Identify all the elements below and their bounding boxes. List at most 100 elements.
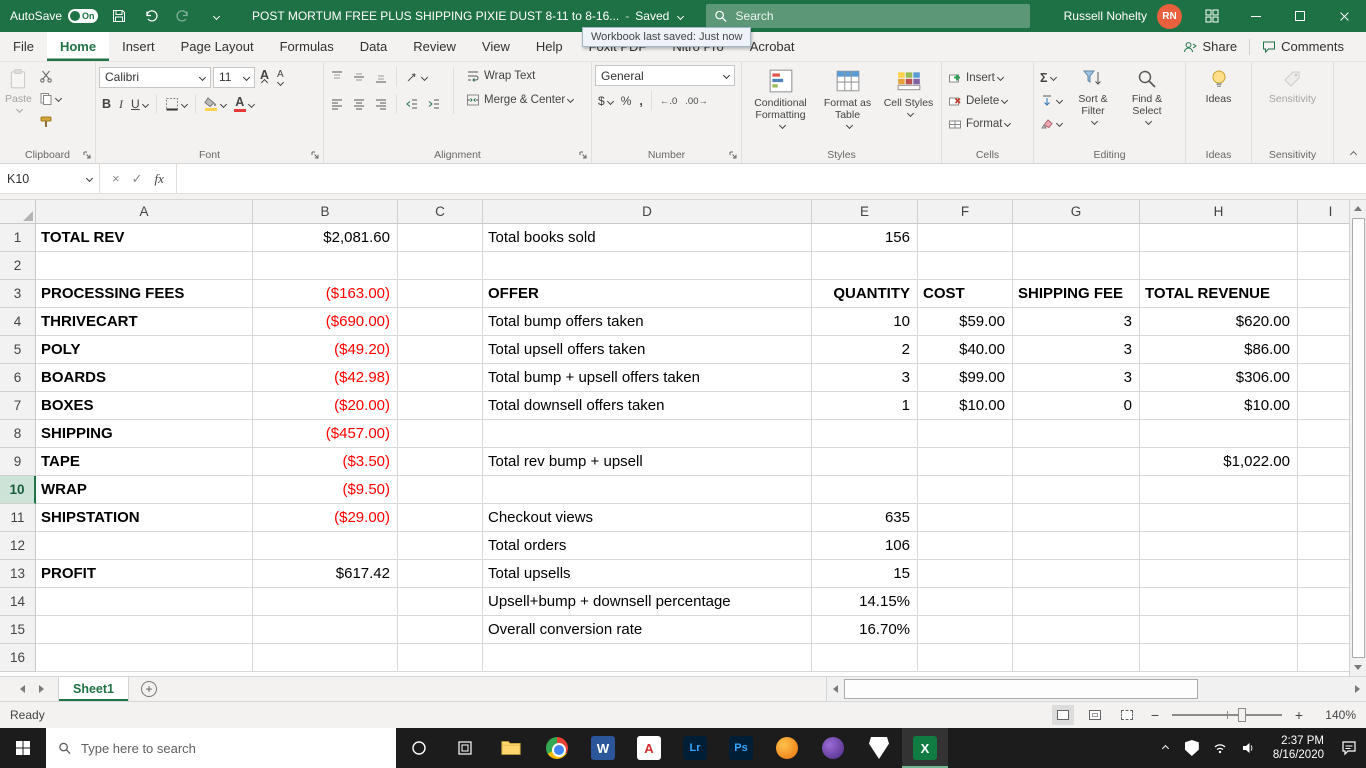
- cell-E10[interactable]: [812, 476, 918, 504]
- cell-C4[interactable]: [398, 308, 483, 336]
- cell-A6[interactable]: BOARDS: [36, 364, 253, 392]
- column-header-G[interactable]: G: [1013, 200, 1140, 224]
- cell-D9[interactable]: Total rev bump + upsell: [483, 448, 812, 476]
- cell-C2[interactable]: [398, 252, 483, 280]
- cell-E7[interactable]: 1: [812, 392, 918, 420]
- font-name-select[interactable]: Calibri: [99, 66, 211, 88]
- vertical-scrollbar[interactable]: [1349, 200, 1366, 676]
- cell-F8[interactable]: [918, 420, 1013, 448]
- enter-icon[interactable]: ✓: [132, 171, 143, 187]
- column-header-C[interactable]: C: [398, 200, 483, 224]
- cell-D16[interactable]: [483, 644, 812, 672]
- minimize-button[interactable]: [1234, 0, 1278, 32]
- cell-F11[interactable]: [918, 504, 1013, 532]
- number-format-select[interactable]: General: [595, 65, 735, 86]
- cell-F15[interactable]: [918, 616, 1013, 644]
- tab-data[interactable]: Data: [347, 32, 400, 61]
- sort-filter-button[interactable]: Sort & Filter: [1067, 65, 1119, 147]
- row-header-10[interactable]: 10: [0, 476, 36, 504]
- cell-F13[interactable]: [918, 560, 1013, 588]
- cell-H14[interactable]: [1140, 588, 1298, 616]
- cancel-icon[interactable]: ×: [112, 171, 120, 186]
- find-select-button[interactable]: Find & Select: [1121, 65, 1173, 147]
- cell-D10[interactable]: [483, 476, 812, 504]
- cell-D4[interactable]: Total bump offers taken: [483, 308, 812, 336]
- cell-H3[interactable]: TOTAL REVENUE: [1140, 280, 1298, 308]
- cell-C1[interactable]: [398, 224, 483, 252]
- cell-D7[interactable]: Total downsell offers taken: [483, 392, 812, 420]
- decrease-font-button[interactable]: A: [274, 67, 287, 88]
- cell-C12[interactable]: [398, 532, 483, 560]
- photoshop-button[interactable]: Ps: [718, 728, 764, 768]
- row-header-5[interactable]: 5: [0, 336, 36, 364]
- cell-A13[interactable]: PROFIT: [36, 560, 253, 588]
- conditional-formatting-button[interactable]: Conditional Formatting: [747, 65, 815, 147]
- cell-C11[interactable]: [398, 504, 483, 532]
- comma-style-button[interactable]: ,: [636, 91, 645, 112]
- increase-indent-button[interactable]: [424, 94, 444, 115]
- cell-B2[interactable]: [253, 252, 398, 280]
- lightroom-button[interactable]: Lr: [672, 728, 718, 768]
- user-avatar[interactable]: RN: [1157, 3, 1183, 29]
- page-break-view-button[interactable]: [1116, 705, 1138, 725]
- cell-A10[interactable]: WRAP: [36, 476, 253, 504]
- bold-button[interactable]: B: [99, 94, 114, 115]
- cell-G3[interactable]: SHIPPING FEE: [1013, 280, 1140, 308]
- cell-G5[interactable]: 3: [1013, 336, 1140, 364]
- purple-app-button[interactable]: [810, 728, 856, 768]
- cell-H13[interactable]: [1140, 560, 1298, 588]
- orientation-button[interactable]: [402, 67, 430, 88]
- cell-E13[interactable]: 15: [812, 560, 918, 588]
- cell-D12[interactable]: Total orders: [483, 532, 812, 560]
- cell-F5[interactable]: $40.00: [918, 336, 1013, 364]
- cell-styles-button[interactable]: Cell Styles: [881, 65, 937, 147]
- column-header-H[interactable]: H: [1140, 200, 1298, 224]
- row-header-11[interactable]: 11: [0, 504, 36, 532]
- select-all-button[interactable]: [0, 200, 36, 224]
- cell-E1[interactable]: 156: [812, 224, 918, 252]
- cell-F4[interactable]: $59.00: [918, 308, 1013, 336]
- zoom-slider-thumb[interactable]: [1238, 708, 1246, 722]
- cell-D13[interactable]: Total upsells: [483, 560, 812, 588]
- start-button[interactable]: [0, 728, 46, 768]
- tab-file[interactable]: File: [0, 32, 47, 61]
- cell-G16[interactable]: [1013, 644, 1140, 672]
- tab-formulas[interactable]: Formulas: [267, 32, 347, 61]
- cell-H2[interactable]: [1140, 252, 1298, 280]
- column-header-B[interactable]: B: [253, 200, 398, 224]
- cell-A9[interactable]: TAPE: [36, 448, 253, 476]
- scroll-left-button[interactable]: [827, 677, 844, 701]
- row-header-16[interactable]: 16: [0, 644, 36, 672]
- excel-button[interactable]: X: [902, 728, 948, 768]
- taskbar-search-input[interactable]: [81, 740, 384, 756]
- cell-A8[interactable]: SHIPPING: [36, 420, 253, 448]
- alignment-dialog-launcher[interactable]: [578, 150, 588, 160]
- wrap-text-button[interactable]: Wrap Text: [463, 65, 576, 86]
- hidden-icons-button[interactable]: [1153, 733, 1175, 763]
- decrease-decimal-button[interactable]: .00→: [682, 91, 711, 112]
- task-view-button[interactable]: [442, 728, 488, 768]
- tab-insert[interactable]: Insert: [109, 32, 168, 61]
- tab-home[interactable]: Home: [46, 32, 110, 61]
- defender-shield-icon[interactable]: [1181, 733, 1203, 763]
- autosave-switch[interactable]: On: [68, 9, 99, 23]
- column-header-D[interactable]: D: [483, 200, 812, 224]
- cell-A12[interactable]: [36, 532, 253, 560]
- network-icon[interactable]: [1209, 733, 1231, 763]
- row-header-8[interactable]: 8: [0, 420, 36, 448]
- next-sheet-button[interactable]: [39, 685, 44, 693]
- cell-D11[interactable]: Checkout views: [483, 504, 812, 532]
- acrobat-button[interactable]: A: [626, 728, 672, 768]
- format-cells-button[interactable]: Format: [945, 113, 1030, 134]
- horizontal-scroll-thumb[interactable]: [844, 679, 1198, 699]
- action-center-button[interactable]: [1338, 733, 1360, 763]
- sensitivity-button[interactable]: Sensitivity: [1267, 65, 1318, 147]
- cell-D5[interactable]: Total upsell offers taken: [483, 336, 812, 364]
- cell-C10[interactable]: [398, 476, 483, 504]
- cell-C5[interactable]: [398, 336, 483, 364]
- row-header-1[interactable]: 1: [0, 224, 36, 252]
- ribbon-search-box[interactable]: [706, 4, 1031, 28]
- tab-review[interactable]: Review: [400, 32, 469, 61]
- column-header-E[interactable]: E: [812, 200, 918, 224]
- italic-button[interactable]: I: [116, 94, 126, 115]
